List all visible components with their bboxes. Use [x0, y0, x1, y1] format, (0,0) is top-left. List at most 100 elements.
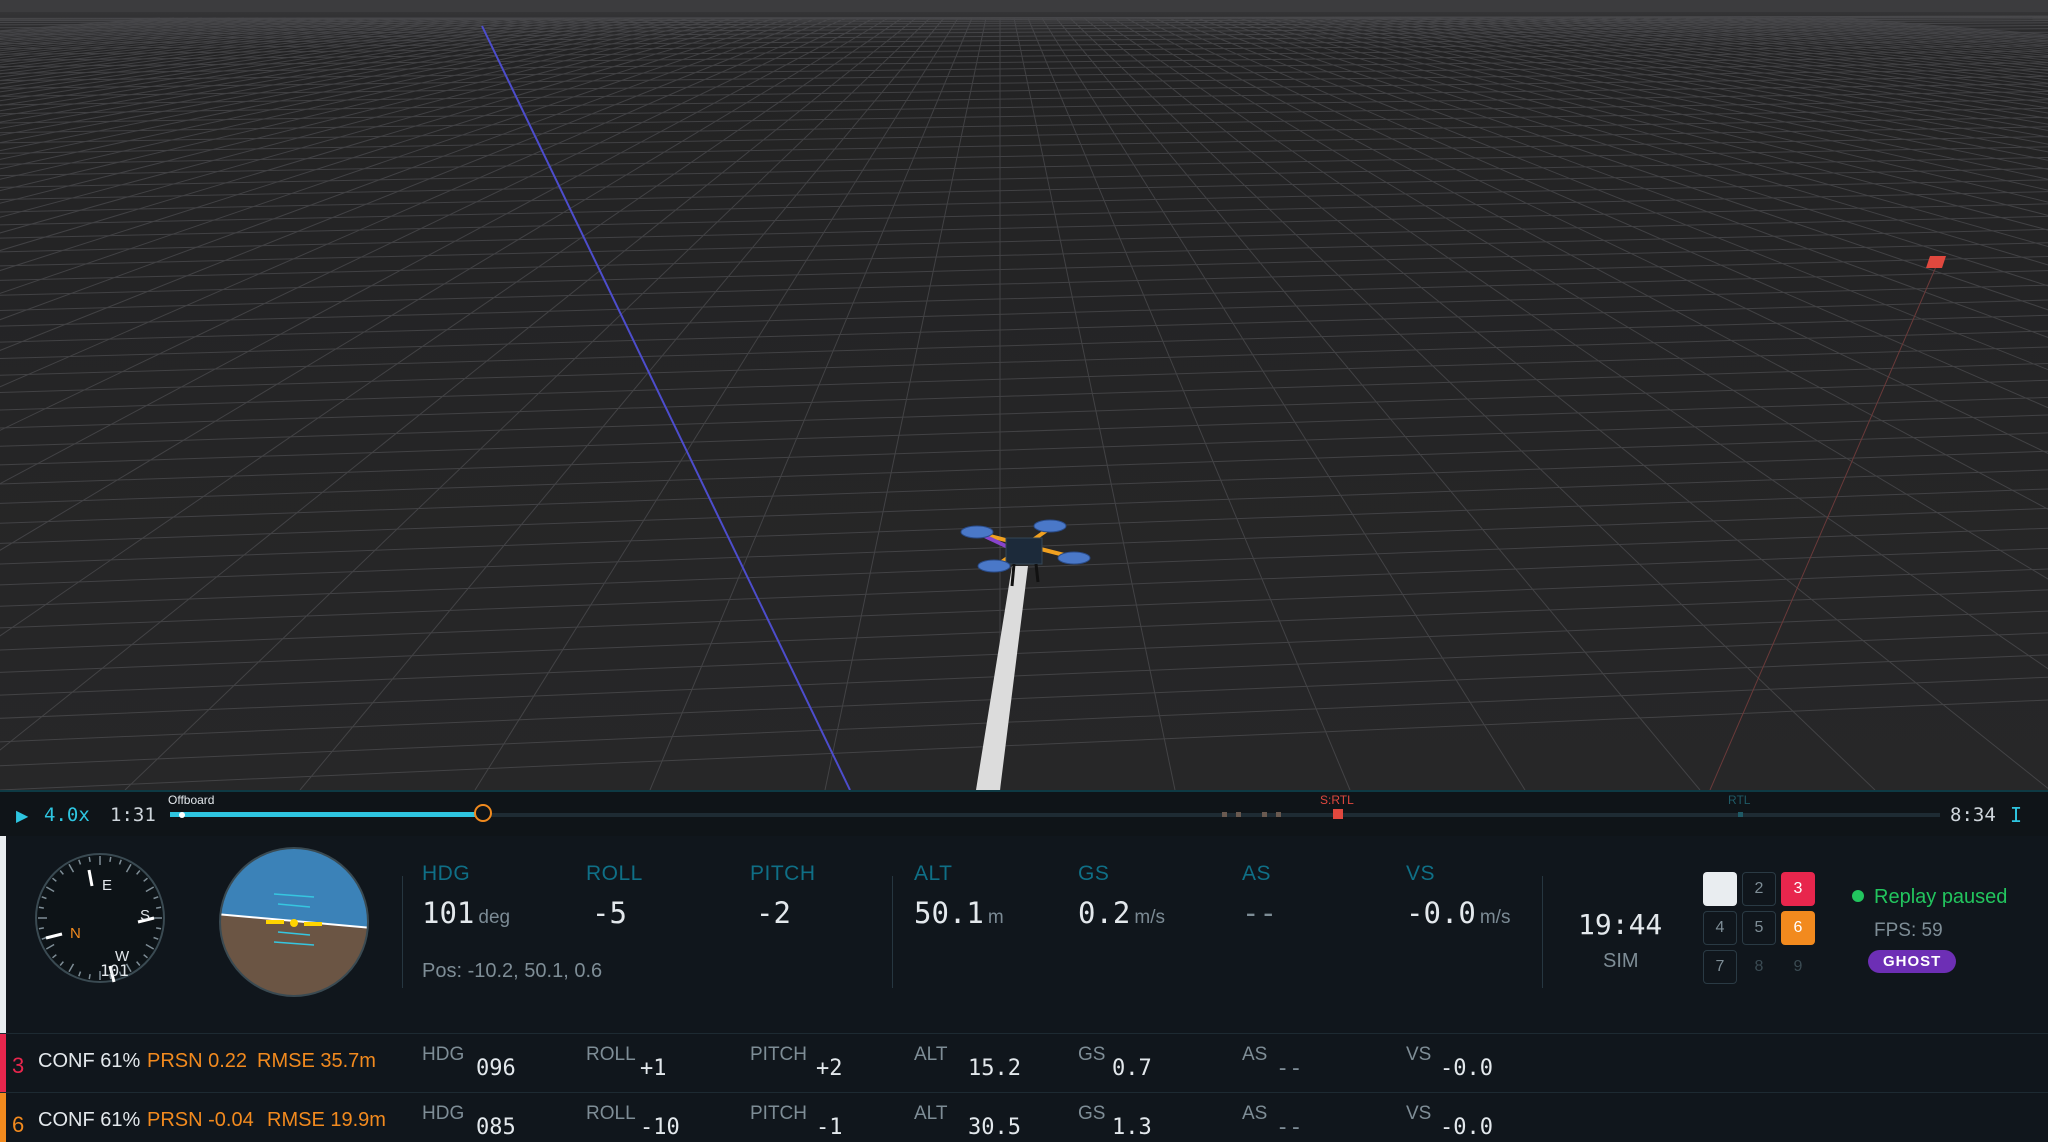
- row-vs-value: -0.0: [1440, 1056, 1493, 1081]
- vehicle-select-9[interactable]: 9: [1781, 950, 1815, 984]
- divider: [402, 876, 403, 988]
- event-marker: [1222, 812, 1227, 817]
- fps-readout: FPS: 59: [1874, 920, 1943, 941]
- vehicle-color-bar: [0, 1093, 6, 1142]
- current-time: 1:31: [110, 804, 156, 826]
- roll-value: -5: [592, 896, 627, 930]
- row-roll-label: ROLL: [586, 1103, 636, 1124]
- play-icon[interactable]: ▶: [16, 806, 28, 826]
- alt-label: ALT: [914, 862, 953, 885]
- divider: [892, 876, 893, 988]
- row-as-label: AS: [1242, 1044, 1268, 1065]
- vehicle-row[interactable]: 3 CONF 61% PRSN 0.22 RMSE 35.7m HDG 096 …: [0, 1033, 2048, 1092]
- status-dot-icon: [1852, 890, 1864, 902]
- vehicle-rmse: RMSE 35.7m: [257, 1050, 376, 1072]
- row-vs-label: VS: [1406, 1103, 1432, 1124]
- vehicle-confidence: CONF 61%: [38, 1109, 141, 1131]
- row-hdg-label: HDG: [422, 1044, 465, 1065]
- vehicle-color-bar: [0, 1034, 6, 1092]
- pitch-value: -2: [756, 896, 791, 930]
- vehicle-number: 3: [12, 1053, 25, 1078]
- row-pitch-label: PITCH: [750, 1044, 807, 1065]
- hdg-label: HDG: [422, 862, 471, 885]
- row-alt-value: 15.2: [968, 1056, 1021, 1081]
- row-roll-value: +1: [640, 1056, 667, 1081]
- roll-label: ROLL: [586, 862, 643, 885]
- row-roll-label: ROLL: [586, 1044, 636, 1065]
- vehicle-row[interactable]: 6 CONF 61% PRSN -0.04 RMSE 19.9m HDG 085…: [0, 1092, 2048, 1142]
- row-as-value: --: [1276, 1115, 1303, 1140]
- row-as-label: AS: [1242, 1103, 1268, 1124]
- timeline-scrubber[interactable]: [474, 804, 492, 822]
- row-hdg-value: 085: [476, 1115, 516, 1140]
- row-hdg-value: 096: [476, 1056, 516, 1081]
- event-marker-rtl[interactable]: [1738, 812, 1743, 817]
- clock-source: SIM: [1603, 950, 1639, 972]
- sim-clock: 19:44: [1578, 908, 1663, 941]
- viewport-canvas[interactable]: [0, 0, 2048, 790]
- vehicle-select-5[interactable]: 5: [1742, 911, 1776, 945]
- row-alt-label: ALT: [914, 1103, 948, 1124]
- vehicle-prsn: PRSN 0.22: [147, 1050, 248, 1072]
- mode-label: Offboard: [168, 793, 215, 807]
- attitude-indicator-icon: [219, 847, 369, 997]
- event-marker: [1276, 812, 1281, 817]
- vehicle-select-1[interactable]: [1703, 872, 1737, 906]
- hdg-value: 101 deg: [422, 896, 511, 930]
- compass-south: S: [140, 907, 150, 924]
- row-as-value: --: [1276, 1056, 1303, 1081]
- row-alt-label: ALT: [914, 1044, 948, 1065]
- timeline-start-dot: [179, 812, 185, 818]
- event-label-rtl: RTL: [1728, 793, 1751, 807]
- vs-value: -0.0 m/s: [1406, 896, 1511, 930]
- playback-speed[interactable]: 4.0x: [44, 804, 90, 826]
- vehicle-select-7[interactable]: 7: [1703, 950, 1737, 984]
- divider: [1542, 876, 1543, 988]
- row-pitch-value: -1: [816, 1115, 843, 1140]
- row-roll-value: -10: [640, 1115, 680, 1140]
- telemetry-panel: E S W N 101 HDG 101 deg ROLL -5 PITCH -2 …: [0, 836, 2048, 1033]
- vehicle-confidence: CONF 61%: [38, 1050, 141, 1072]
- replay-status: Replay paused: [1852, 886, 2007, 909]
- end-time: 8:34: [1950, 804, 1996, 826]
- row-gs-value: 1.3: [1112, 1115, 1152, 1140]
- row-vs-value: -0.0: [1440, 1115, 1493, 1140]
- row-gs-value: 0.7: [1112, 1056, 1152, 1081]
- position-readout: Pos: -10.2, 50.1, 0.6: [422, 960, 603, 982]
- 3d-viewport[interactable]: [0, 0, 2048, 790]
- event-label-srtl: S:RTL: [1320, 793, 1354, 807]
- vehicle-select-3[interactable]: 3: [1781, 872, 1815, 906]
- row-pitch-label: PITCH: [750, 1103, 807, 1124]
- row-vs-label: VS: [1406, 1044, 1432, 1065]
- vs-label: VS: [1406, 862, 1436, 885]
- alt-value: 50.1 m: [914, 896, 1004, 930]
- vehicle-select-6[interactable]: 6: [1781, 911, 1815, 945]
- row-gs-label: GS: [1078, 1044, 1106, 1065]
- gs-label: GS: [1078, 862, 1110, 885]
- vehicle-prsn: PRSN -0.04: [147, 1109, 254, 1131]
- gs-value: 0.2 m/s: [1078, 896, 1165, 930]
- compass-icon: E S W N 101: [35, 853, 165, 983]
- timeline-end-cursor[interactable]: I: [2010, 803, 2022, 827]
- vehicle-select-2[interactable]: 2: [1742, 872, 1776, 906]
- row-alt-value: 30.5: [968, 1115, 1021, 1140]
- replay-timeline: ▶ 4.0x 1:31 Offboard S:RTL RTL 8:34 I: [0, 790, 2048, 836]
- vehicle-rmse: RMSE 19.9m: [267, 1109, 386, 1131]
- row-pitch-value: +2: [816, 1056, 843, 1081]
- compass-heading-readout: 101: [100, 961, 129, 980]
- pitch-label: PITCH: [750, 862, 816, 885]
- row-hdg-label: HDG: [422, 1103, 465, 1124]
- event-marker: [1262, 812, 1267, 817]
- row-gs-label: GS: [1078, 1103, 1106, 1124]
- timeline-progress: [170, 812, 483, 817]
- as-value: --: [1242, 896, 1277, 930]
- as-label: AS: [1242, 862, 1272, 885]
- vehicle-number: 6: [12, 1112, 25, 1137]
- event-marker: [1236, 812, 1241, 817]
- vehicle-select-4[interactable]: 4: [1703, 911, 1737, 945]
- ghost-badge[interactable]: GHOST: [1868, 950, 1957, 973]
- vehicle-select-8[interactable]: 8: [1742, 950, 1776, 984]
- compass-east: E: [102, 877, 112, 894]
- compass-north: N: [70, 925, 81, 942]
- event-marker-srtl[interactable]: [1333, 809, 1343, 819]
